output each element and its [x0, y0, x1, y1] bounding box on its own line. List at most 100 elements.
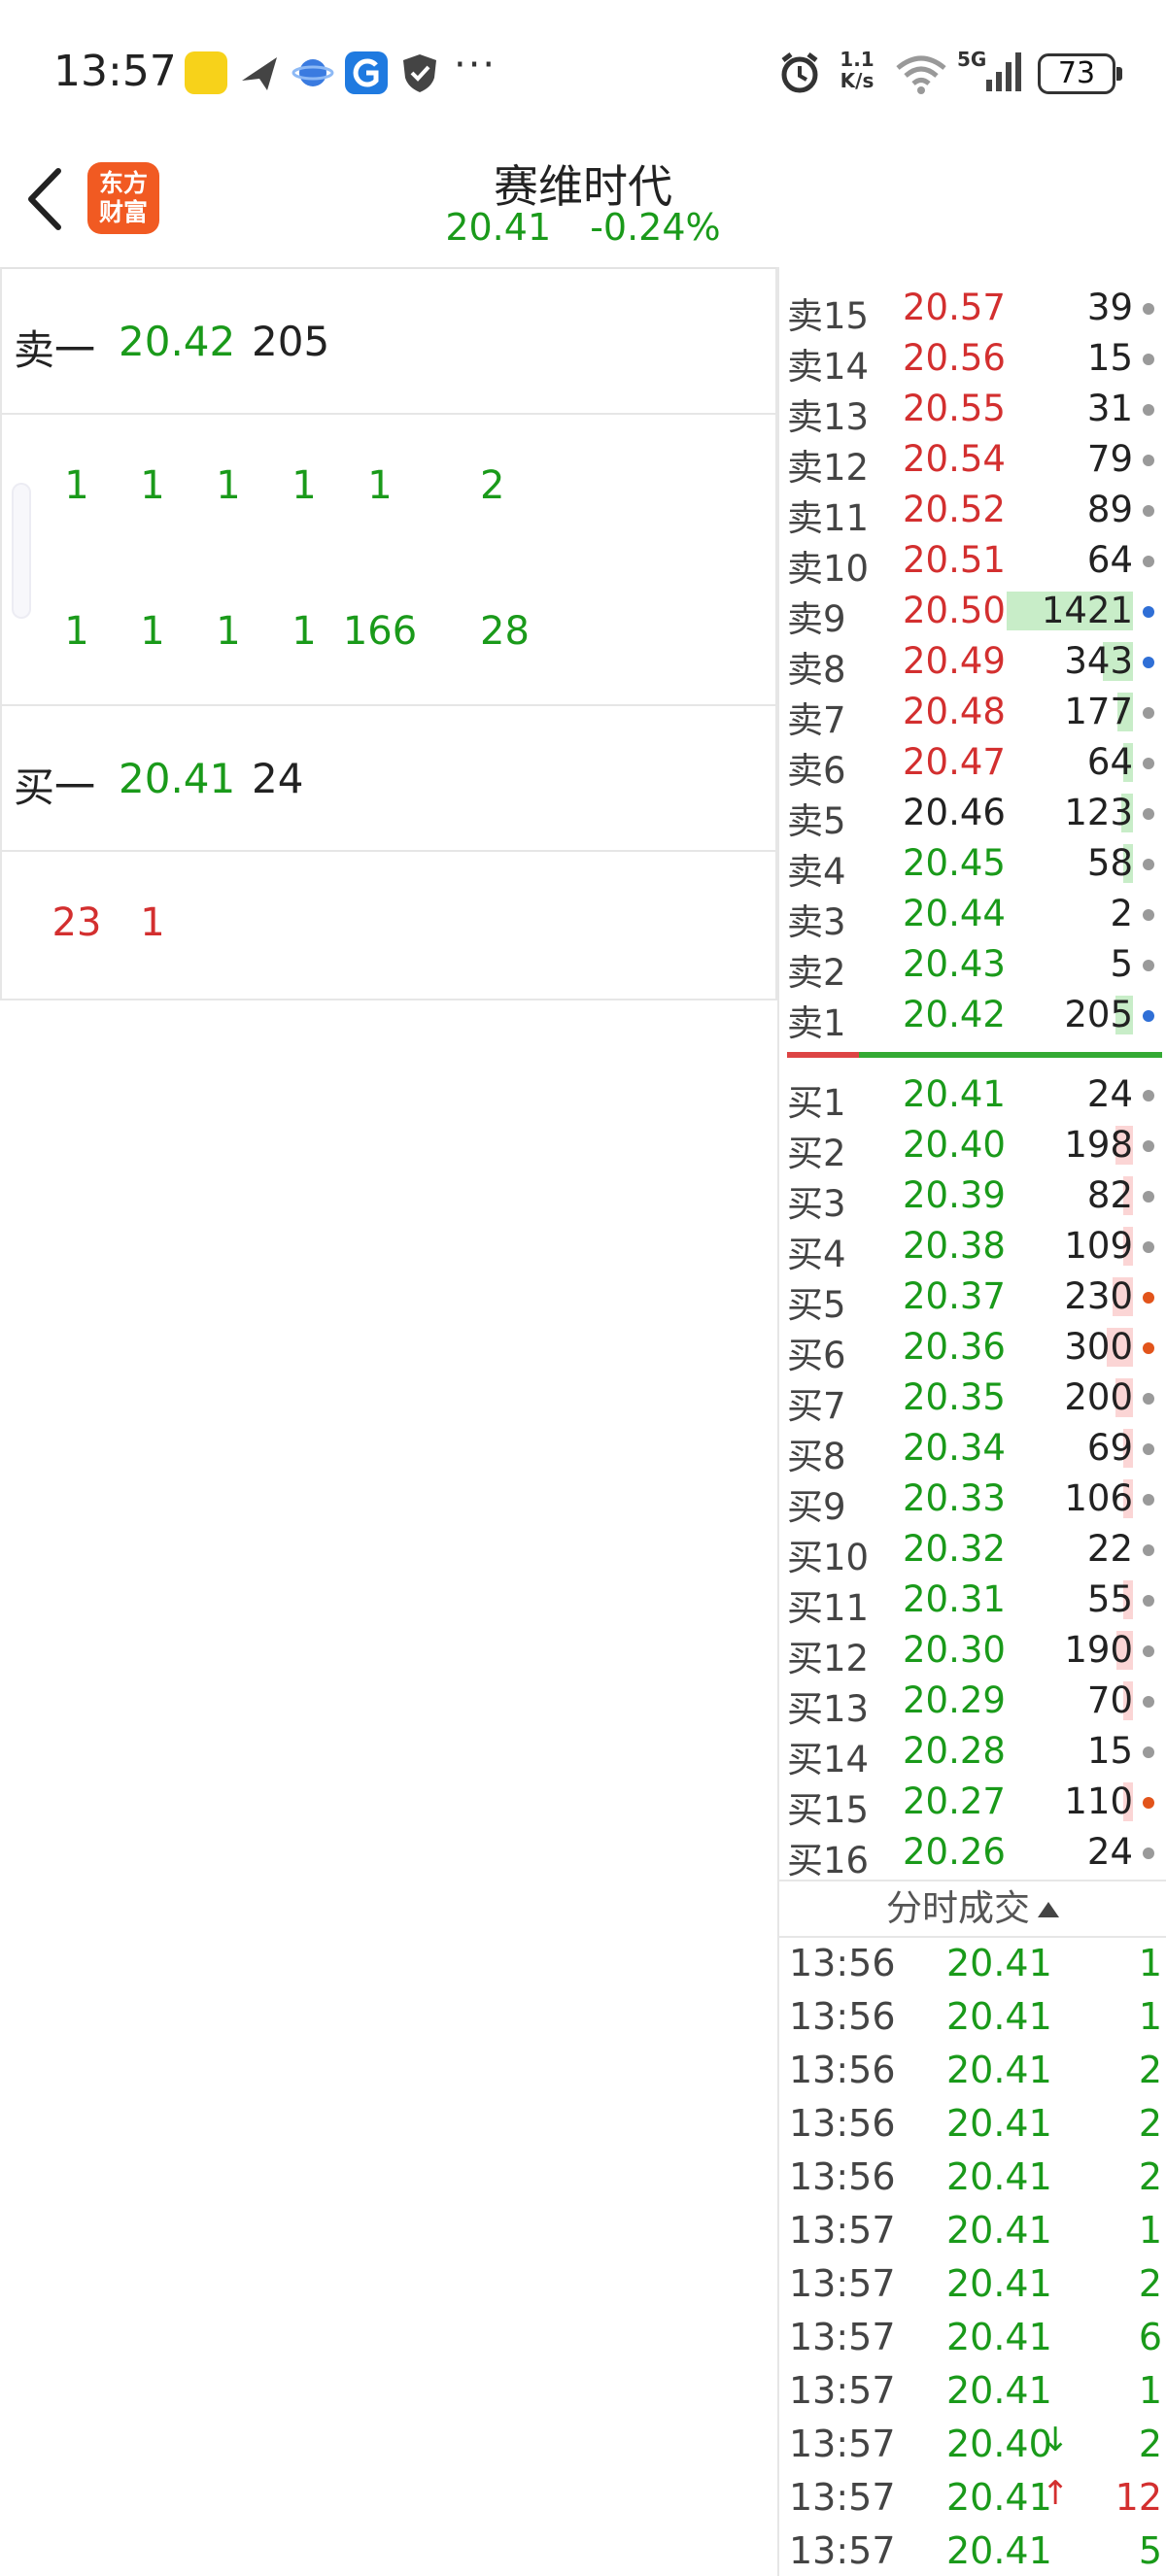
bid-level-row[interactable]: 买13 20.29 70: [779, 1676, 1166, 1730]
bid-level-row[interactable]: 买15 20.27 110: [779, 1777, 1166, 1831]
tick-row[interactable]: 13:56 20.41 1: [779, 1938, 1166, 1991]
tick-time: 13:57: [789, 2209, 896, 2252]
order-dot-icon: [1143, 1140, 1154, 1152]
level-volume: 55: [1086, 1578, 1133, 1620]
tick-time: 13:56: [789, 2049, 896, 2091]
network-speed-value: 1.1: [840, 48, 874, 71]
triangle-up-icon: [1038, 1902, 1059, 1917]
ask-level-row[interactable]: 卖10 20.51 64: [779, 535, 1166, 590]
level-volume: 110: [1064, 1780, 1133, 1822]
ask-level-row[interactable]: 卖9 20.50 1421: [779, 586, 1166, 640]
tick-volume: 2: [1138, 2102, 1162, 2145]
bid-level-row[interactable]: 买10 20.32 22: [779, 1524, 1166, 1578]
ask-level-row[interactable]: 卖12 20.54 79: [779, 434, 1166, 489]
ask1-row[interactable]: 卖一 20.42 205: [2, 269, 775, 415]
tick-row[interactable]: 13:57 20.41 1: [779, 2365, 1166, 2419]
level-label: 买8: [787, 1436, 846, 1477]
queue-order-size: 2: [480, 463, 505, 508]
network-speed-unit: K/s: [840, 69, 874, 92]
level-volume: 58: [1086, 842, 1133, 884]
level-volume: 70: [1086, 1679, 1133, 1721]
order-dot-icon: [1143, 1393, 1154, 1405]
ask-level-row[interactable]: 卖11 20.52 89: [779, 485, 1166, 539]
ask-level-row[interactable]: 卖6 20.47 64: [779, 737, 1166, 792]
order-dot-icon: [1143, 1595, 1154, 1607]
ask-level-row[interactable]: 卖7 20.48 177: [779, 687, 1166, 741]
bid-level-row[interactable]: 买14 20.28 15: [779, 1726, 1166, 1780]
level-label: 买15: [787, 1789, 870, 1831]
bid-level-row[interactable]: 买1 20.41 24: [779, 1069, 1166, 1124]
tick-row[interactable]: 13:57 20.41 1: [779, 2205, 1166, 2258]
bid-level-row[interactable]: 买7 20.35 200: [779, 1373, 1166, 1427]
order-dot-icon: [1143, 606, 1154, 618]
order-book-depth[interactable]: 卖15 20.57 39 卖14 20.56 15 卖13 20.55 31 卖12 20.54 79…: [777, 267, 1166, 1884]
bid-level-row[interactable]: 买4 20.38 109: [779, 1221, 1166, 1275]
ask-level-row[interactable]: 卖8 20.49 343: [779, 636, 1166, 691]
stock-header: 东方 财富 赛维时代 20.41 -0.24%: [0, 146, 1166, 267]
level-label: 卖11: [787, 497, 870, 539]
bid-level-row[interactable]: 买11 20.31 55: [779, 1575, 1166, 1629]
bid-level-row[interactable]: 买9 20.33 106: [779, 1474, 1166, 1528]
tick-row[interactable]: 13:57 20.41 2: [779, 2258, 1166, 2312]
level-volume: 2: [1110, 893, 1133, 934]
ask-level-row[interactable]: 卖5 20.46 123: [779, 788, 1166, 842]
tick-time: 13:56: [789, 1942, 896, 1984]
level-label: 买6: [787, 1335, 846, 1376]
level-price: 20.44: [903, 893, 1006, 934]
ask-level-row[interactable]: 卖3 20.44 2: [779, 889, 1166, 943]
stock-price: 20.41: [445, 206, 552, 249]
ask-level-row[interactable]: 卖2 20.43 5: [779, 939, 1166, 994]
level-volume: 205: [1064, 994, 1133, 1035]
tick-price: 20.41: [946, 2316, 1052, 2358]
ask-level-row[interactable]: 卖4 20.45 58: [779, 838, 1166, 893]
tick-row[interactable]: 13:57 20.41 6: [779, 2312, 1166, 2365]
bid-level-row[interactable]: 买12 20.30 190: [779, 1625, 1166, 1679]
bid-level-row[interactable]: 买5 20.37 230: [779, 1271, 1166, 1326]
level-volume: 106: [1064, 1477, 1133, 1519]
order-dot-icon: [1143, 455, 1154, 466]
network-speed: 1.1 K/s: [832, 49, 882, 91]
ask-level-row[interactable]: 卖14 20.56 15: [779, 333, 1166, 388]
bid-ask-ratio-bar: [787, 1052, 1162, 1058]
bid-ratio-segment: [787, 1052, 859, 1058]
level-label: 卖5: [787, 800, 846, 842]
ask-level-row[interactable]: 卖15 20.57 39: [779, 283, 1166, 337]
ask-level-row[interactable]: 卖1 20.42 205: [779, 990, 1166, 1044]
order-dot-icon: [1143, 1292, 1154, 1304]
bid-level-row[interactable]: 买3 20.39 82: [779, 1170, 1166, 1225]
level-volume: 89: [1086, 489, 1133, 530]
order-dot-icon: [1143, 960, 1154, 971]
bid-queue-section: 23 1: [2, 852, 775, 999]
bid-level-row[interactable]: 买2 20.40 198: [779, 1120, 1166, 1174]
tick-row[interactable]: 13:56 20.41 2: [779, 2152, 1166, 2205]
level-volume: 5: [1110, 943, 1133, 985]
tick-price: 20.41: [946, 2155, 1052, 2198]
level-price: 20.41: [903, 1073, 1006, 1115]
bid1-row[interactable]: 买一 20.41 24: [2, 706, 775, 852]
ticks-toggle[interactable]: 分时成交: [777, 1880, 1166, 1938]
order-dot-icon: [1143, 404, 1154, 416]
tick-row[interactable]: 13:56 20.41 2: [779, 2045, 1166, 2098]
ticks-list[interactable]: 13:56 20.41 1 13:56 20.41 1 13:56 20.41 2 13:56 20…: [777, 1938, 1166, 2576]
level-volume: 177: [1064, 691, 1133, 732]
tick-price: 20.41: [946, 2262, 1052, 2305]
level-label: 卖7: [787, 699, 846, 741]
ask-level-row[interactable]: 卖13 20.55 31: [779, 384, 1166, 438]
tick-price: 20.41: [946, 2476, 1052, 2519]
tick-row[interactable]: 13:57 20.41 5: [779, 2525, 1166, 2576]
tick-row[interactable]: 13:57 20.40 ↓ 2: [779, 2419, 1166, 2472]
tick-row[interactable]: 13:56 20.41 1: [779, 1991, 1166, 2045]
level-volume: 79: [1086, 438, 1133, 480]
level-label: 卖12: [787, 447, 870, 489]
bid-level-row[interactable]: 买8 20.34 69: [779, 1423, 1166, 1477]
queue-order-size: 28: [480, 609, 530, 654]
tick-volume: 2: [1138, 2155, 1162, 2198]
bid-level-row[interactable]: 买16 20.26 24: [779, 1827, 1166, 1881]
tick-row[interactable]: 13:57 20.41 ↑ 12: [779, 2472, 1166, 2525]
level-label: 买2: [787, 1133, 846, 1174]
level-label: 卖15: [787, 295, 870, 337]
bid-level-row[interactable]: 买6 20.36 300: [779, 1322, 1166, 1376]
ask-queue-section: 111112 1 1 1 1 166 28: [2, 415, 775, 706]
tick-row[interactable]: 13:56 20.41 2: [779, 2098, 1166, 2152]
order-dot-icon: [1143, 1847, 1154, 1859]
